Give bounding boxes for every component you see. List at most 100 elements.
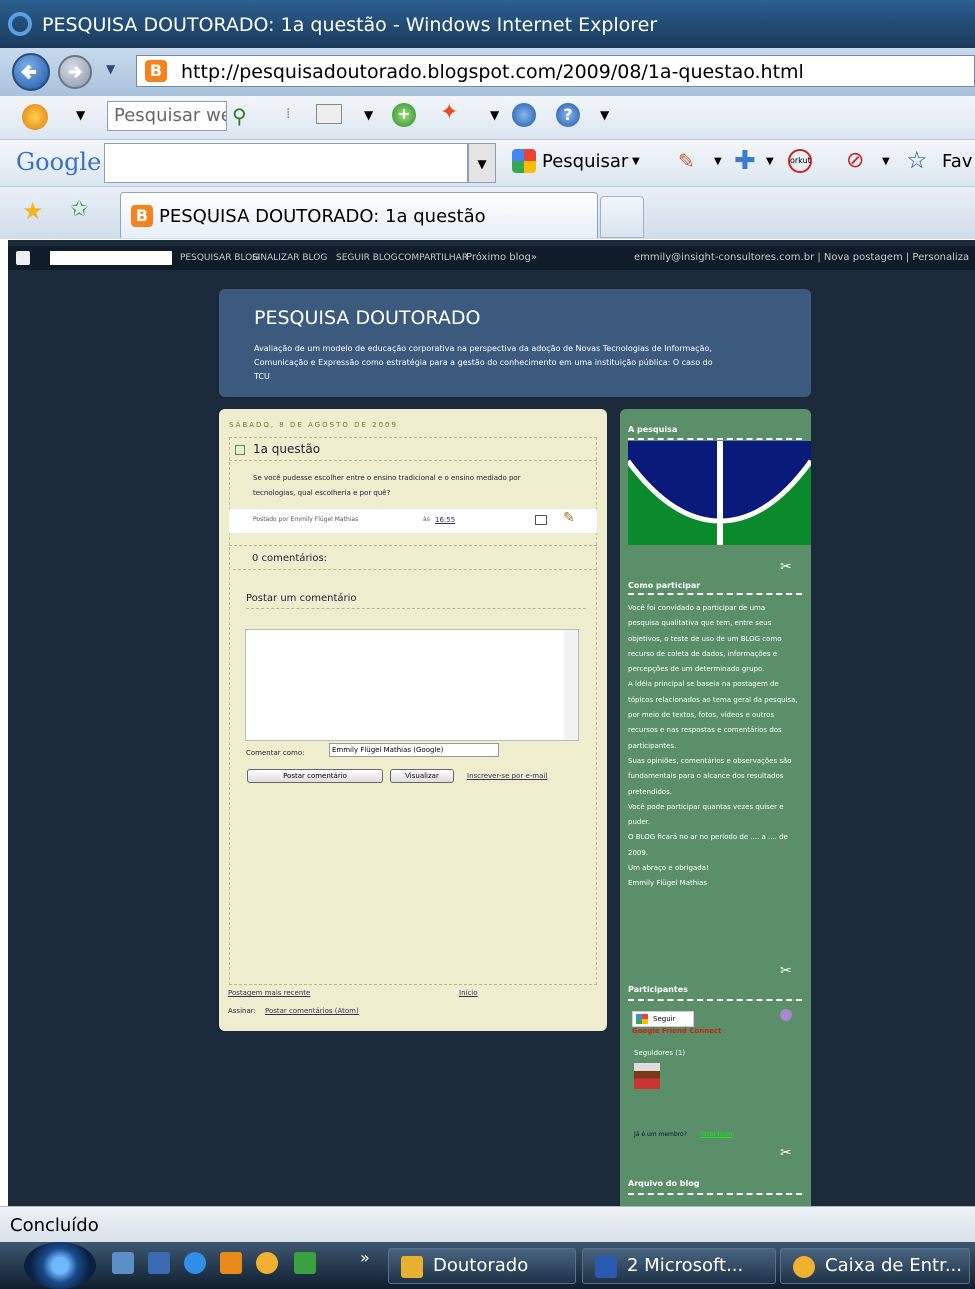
dropdown-icon[interactable]: ▼ [490, 108, 499, 122]
favorites-center-icon[interactable]: ★ [22, 197, 44, 225]
nav-user-links[interactable]: emmily@insight-consultores.com.br | Nova… [634, 252, 969, 263]
internet-explorer-icon[interactable] [184, 1252, 206, 1274]
blog-title[interactable]: PESQUISA DOUTORADO [254, 307, 481, 329]
bookmark-icon[interactable]: ✎ [678, 149, 695, 173]
outlook-icon[interactable] [256, 1252, 278, 1274]
nav-link-flag[interactable]: SINALIZAR BLOG [252, 253, 327, 263]
nav-link-follow[interactable]: SEGUIR BLOG [336, 253, 398, 263]
edit-widget-icon[interactable]: ✂ [780, 559, 792, 575]
blogger-logo-icon[interactable] [16, 251, 30, 265]
status-bar: Concluído [0, 1206, 975, 1242]
dropdown-icon[interactable]: ▼ [766, 156, 774, 167]
star-icon[interactable]: ☆ [906, 146, 928, 174]
history-dropdown-icon[interactable]: ▼ [106, 62, 115, 76]
google-search-icon[interactable] [512, 149, 536, 173]
blog-archive-heading: Arquivo do blog [628, 1179, 700, 1188]
nav-link-next-blog[interactable]: Próximo blog» [466, 252, 537, 263]
taskbar-item-microsoft[interactable]: 2 Microsoft... [582, 1248, 776, 1284]
favorites-button[interactable]: Fav [942, 151, 972, 172]
follow-button[interactable]: Seguir [632, 1011, 694, 1027]
blog-search-input[interactable] [50, 251, 172, 265]
divider [628, 438, 802, 440]
address-bar[interactable]: B http://pesquisadoutorado.blogspot.com/… [136, 55, 975, 87]
participants-heading: Participantes [628, 985, 688, 994]
back-button[interactable] [12, 53, 50, 91]
gfc-icon [636, 1014, 648, 1024]
gfc-label: Google Friend Connect [632, 1027, 722, 1035]
help-icon[interactable]: ? [556, 103, 580, 127]
orkut-icon[interactable]: orkut [788, 149, 812, 173]
more-quicklaunch-icon[interactable]: » [360, 1248, 370, 1267]
post-title[interactable]: 1a questão [253, 442, 320, 456]
comment-textarea[interactable] [245, 629, 579, 741]
taskbar-item-doutorado[interactable]: Doutorado [388, 1248, 576, 1284]
taskbar-item-label: 2 Microsoft... [627, 1255, 744, 1276]
google-search-input[interactable] [104, 143, 468, 183]
divider [246, 608, 586, 609]
new-tab-button[interactable] [600, 196, 644, 238]
preview-button[interactable]: Visualizar [390, 769, 454, 783]
switch-windows-icon[interactable] [148, 1252, 170, 1274]
dropdown-icon[interactable]: ▼ [632, 156, 640, 167]
web-search-input[interactable]: Pesquisar we [107, 101, 227, 131]
blogger-favicon-icon: B [145, 60, 167, 82]
blogger-navbar: PESQUISAR BLOG SINALIZAR BLOG SEGUIR BLO… [8, 246, 975, 270]
subscribe-email-link[interactable]: Inscrever-se por e-mail [467, 772, 547, 780]
add-icon[interactable]: + [392, 103, 416, 127]
tab-label: PESQUISA DOUTORADO: 1a questão [159, 206, 486, 227]
publish-comment-button[interactable]: Postar comentário [247, 769, 383, 783]
messenger-butterfly-icon[interactable]: ✦ [440, 100, 458, 125]
gfc-settings-icon[interactable] [780, 1009, 792, 1021]
login-link[interactable]: Fazer login [700, 1131, 732, 1138]
window-title: PESQUISA DOUTORADO: 1a questão - Windows… [42, 14, 658, 36]
dropdown-icon[interactable]: ▼ [882, 156, 890, 167]
add-favorite-icon[interactable]: ✩ [70, 197, 88, 222]
follower-avatar[interactable] [634, 1063, 660, 1089]
back-arrow-icon [21, 64, 36, 80]
followers-label: Seguidores (1) [634, 1049, 686, 1057]
show-desktop-icon[interactable] [112, 1252, 134, 1274]
divider [628, 593, 802, 595]
textarea-scrollbar[interactable] [564, 630, 578, 740]
google-search-button[interactable]: Pesquisar [542, 151, 628, 172]
divider [628, 1193, 802, 1195]
email-post-icon[interactable] [535, 515, 547, 525]
google-search-dropdown[interactable]: ▼ [468, 143, 496, 183]
messenger-icon[interactable] [294, 1252, 316, 1274]
post-footer: Postado por Emmily Flügel Mathias às 16:… [229, 509, 597, 533]
messenger-icon[interactable] [22, 104, 48, 130]
edit-widget-icon[interactable]: ✂ [780, 963, 792, 979]
divider [233, 569, 597, 570]
search-icon[interactable]: ⚲ [232, 104, 247, 128]
post-bullet-icon [235, 445, 245, 455]
folder-icon [401, 1256, 423, 1278]
outlook-icon [793, 1256, 815, 1278]
post-time-link[interactable]: 16:55 [435, 516, 455, 524]
dropdown-icon[interactable]: ▼ [364, 108, 373, 122]
window-icon[interactable] [316, 104, 342, 124]
mail-icon[interactable] [512, 103, 536, 127]
nav-link-search[interactable]: PESQUISAR BLOG [180, 253, 259, 263]
edit-widget-icon[interactable]: ✂ [780, 1145, 792, 1161]
atom-feed-link[interactable]: Postar comentários (Atom) [265, 1007, 359, 1015]
start-button[interactable] [24, 1242, 96, 1289]
media-player-icon[interactable] [220, 1252, 242, 1274]
newer-post-link[interactable]: Postagem mais recente [228, 989, 310, 997]
comment-as-value: Emmily Flügel Mathias (Google) [332, 746, 444, 754]
edit-pencil-icon[interactable]: ✎ [563, 510, 575, 526]
how-to-participate-text: Você foi convidado a participar de uma p… [628, 604, 798, 888]
member-prompt: Já é um membro? [634, 1131, 687, 1138]
dropdown-icon[interactable]: ▼ [600, 108, 609, 122]
tab-pesquisa-doutorado[interactable]: B PESQUISA DOUTORADO: 1a questão [120, 192, 598, 238]
nav-link-share[interactable]: COMPARTILHAR [398, 253, 468, 263]
plus-icon[interactable]: ✚ [734, 146, 756, 176]
dropdown-icon[interactable]: ▼ [76, 108, 85, 122]
home-link[interactable]: Início [459, 989, 478, 997]
popup-blocker-icon[interactable]: ⊘ [846, 148, 864, 173]
forward-button[interactable] [58, 55, 92, 89]
taskbar-item-inbox[interactable]: Caixa de Entr... [780, 1248, 970, 1284]
taskbar-item-label: Caixa de Entr... [825, 1255, 962, 1276]
comment-as-select[interactable]: Emmily Flügel Mathias (Google) [329, 743, 499, 757]
dropdown-icon[interactable]: ▼ [714, 156, 722, 167]
address-url: http://pesquisadoutorado.blogspot.com/20… [181, 61, 804, 83]
